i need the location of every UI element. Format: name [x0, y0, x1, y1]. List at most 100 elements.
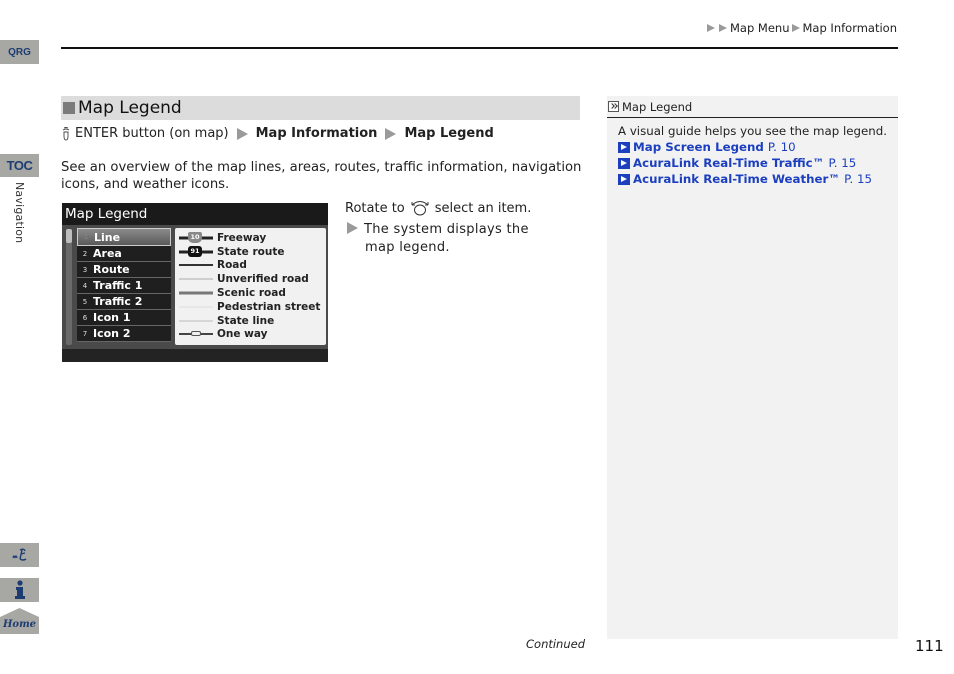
note-heading: Map Legend [607, 96, 898, 118]
step-text: The system displays the [364, 222, 529, 237]
ref-label[interactable]: AcuraLink Real-Time Traffic™ [633, 155, 824, 171]
menu-item-label: Traffic 2 [93, 295, 143, 308]
freeway-line-icon: 10 [179, 231, 213, 243]
breadcrumb-arrow-icon [719, 24, 727, 32]
menu-item-label: Icon 2 [93, 327, 131, 340]
legend-row-pedestrian-street: Pedestrian street [175, 300, 326, 314]
link-arrow-icon [618, 157, 630, 169]
legend-row-state-line: State line [175, 314, 326, 328]
legend-label: State line [217, 314, 275, 327]
screen-scrollbar [66, 229, 72, 345]
step-rotate: Rotate to select an item. [345, 199, 531, 217]
ref-label[interactable]: AcuraLink Real-Time Weather™ [633, 171, 840, 187]
path-arrow-icon [236, 127, 248, 140]
link-arrow-icon [618, 141, 630, 153]
menu-item-number: 6 [82, 313, 88, 322]
unverified-road-line-icon [179, 274, 213, 284]
legend-label: State route [217, 245, 285, 258]
screen-bottom-bar [62, 349, 328, 362]
section-description: See an overview of the map lines, areas,… [61, 160, 582, 192]
voice-command-icon [11, 548, 26, 561]
screen-menu: 1 Line 2 Area 3 Route 4 Traffic 1 5 Traffic 2… [77, 228, 171, 342]
legend-row-one-way: One way [175, 328, 326, 342]
ref-link-map-screen-legend[interactable]: Map Screen Legend P. 10 [618, 139, 898, 155]
legend-label: Freeway [217, 231, 267, 244]
ref-page[interactable]: P. 15 [828, 155, 856, 171]
menu-item-label: Traffic 1 [93, 279, 143, 292]
ref-page[interactable]: P. 15 [844, 171, 872, 187]
ref-label[interactable]: Map Screen Legend [633, 139, 764, 155]
menu-item-label: Area [93, 247, 122, 260]
one-way-line-icon [179, 329, 213, 339]
link-arrow-icon [618, 173, 630, 185]
legend-label: Unverified road [217, 273, 309, 286]
state-route-line-icon: 91 [179, 245, 213, 257]
menu-item-number: 3 [82, 265, 88, 274]
note-text: A visual guide helps you see the map leg… [618, 124, 887, 138]
menu-item-number: 2 [82, 249, 88, 258]
toc-tab[interactable]: TOC [0, 154, 39, 177]
qrg-tab[interactable]: QRG [0, 40, 39, 64]
legend-row-road: Road [175, 259, 326, 273]
legend-label: One way [217, 328, 268, 341]
continued-label: Continued [526, 637, 586, 651]
legend-row-freeway: 10 Freeway [175, 231, 326, 245]
side-note: Map Legend A visual guide helps you see … [607, 96, 898, 639]
note-body: A visual guide helps you see the map leg… [607, 118, 898, 187]
section-title: Map Legend [78, 98, 182, 118]
breadcrumb: Map Menu Map Information [706, 21, 897, 35]
menu-item-number: 1 [83, 233, 89, 241]
screen-menu-item: 1 Line [77, 228, 171, 246]
screen-scroll-thumb [66, 229, 72, 243]
screen-menu-item: 7 Icon 2 [77, 326, 171, 342]
page-number: 111 [915, 637, 944, 655]
menu-item-label: Route [93, 263, 130, 276]
step-result: The system displays the map legend. [347, 221, 529, 257]
interface-dial-icon [62, 126, 70, 140]
screen-menu-item: 5 Traffic 2 [77, 294, 171, 310]
screen-body: 1 Line 2 Area 3 Route 4 Traffic 1 5 Traffic 2… [62, 225, 328, 349]
legend-label: Pedestrian street [217, 300, 321, 313]
breadcrumb-arrow-icon [791, 24, 800, 32]
screen-menu-item: 6 Icon 1 [77, 310, 171, 326]
road-line-icon [179, 260, 213, 270]
legend-panel: 10 Freeway 91 State route Road Unverifie… [175, 228, 326, 345]
step-text: Rotate to [345, 200, 405, 216]
result-arrow-icon [347, 222, 358, 234]
breadcrumb-item[interactable]: Map Menu [730, 21, 790, 35]
note-title: Map Legend [622, 99, 693, 114]
screen-menu-item: 3 Route [77, 262, 171, 278]
legend-row-state-route: 91 State route [175, 245, 326, 259]
legend-row-scenic-road: Scenic road [175, 286, 326, 300]
legend-label: Scenic road [217, 287, 286, 300]
ref-link-real-time-traffic[interactable]: AcuraLink Real-Time Traffic™ P. 15 [618, 155, 898, 171]
screen-menu-item: 4 Traffic 1 [77, 278, 171, 294]
header-divider [61, 47, 898, 49]
breadcrumb-arrow-icon [707, 24, 715, 32]
step-text: map legend. [365, 240, 450, 255]
home-tab[interactable]: Home [0, 608, 39, 634]
legend-row-unverified-road: Unverified road [175, 272, 326, 286]
section-square-icon [63, 102, 75, 114]
state-line-icon [179, 316, 213, 326]
path-start: ENTER button (on map) [75, 126, 229, 141]
breadcrumb-item[interactable]: Map Information [803, 21, 898, 35]
path-arrow-icon [385, 127, 397, 140]
step-text: select an item. [434, 200, 532, 216]
ref-page[interactable]: P. 10 [768, 139, 796, 155]
menu-item-number: 4 [82, 281, 88, 290]
double-chevron-icon [608, 101, 619, 112]
map-legend-screen: Map Legend 1 Line 2 Area 3 Route 4 Traffic 1… [62, 203, 328, 362]
legend-label: Road [217, 259, 247, 272]
pedestrian-street-line-icon [179, 302, 213, 312]
info-icon [14, 580, 25, 599]
section-heading: Map Legend [61, 96, 580, 120]
voice-command-tab[interactable] [0, 543, 39, 567]
ref-link-real-time-weather[interactable]: AcuraLink Real-Time Weather™ P. 15 [618, 171, 898, 187]
scenic-road-line-icon [179, 288, 213, 298]
info-tab[interactable] [0, 578, 39, 602]
screen-title: Map Legend [65, 206, 148, 222]
section-label-navigation: Navigation [13, 182, 26, 244]
screen-menu-item: 2 Area [77, 246, 171, 262]
menu-item-number: 5 [82, 297, 88, 306]
